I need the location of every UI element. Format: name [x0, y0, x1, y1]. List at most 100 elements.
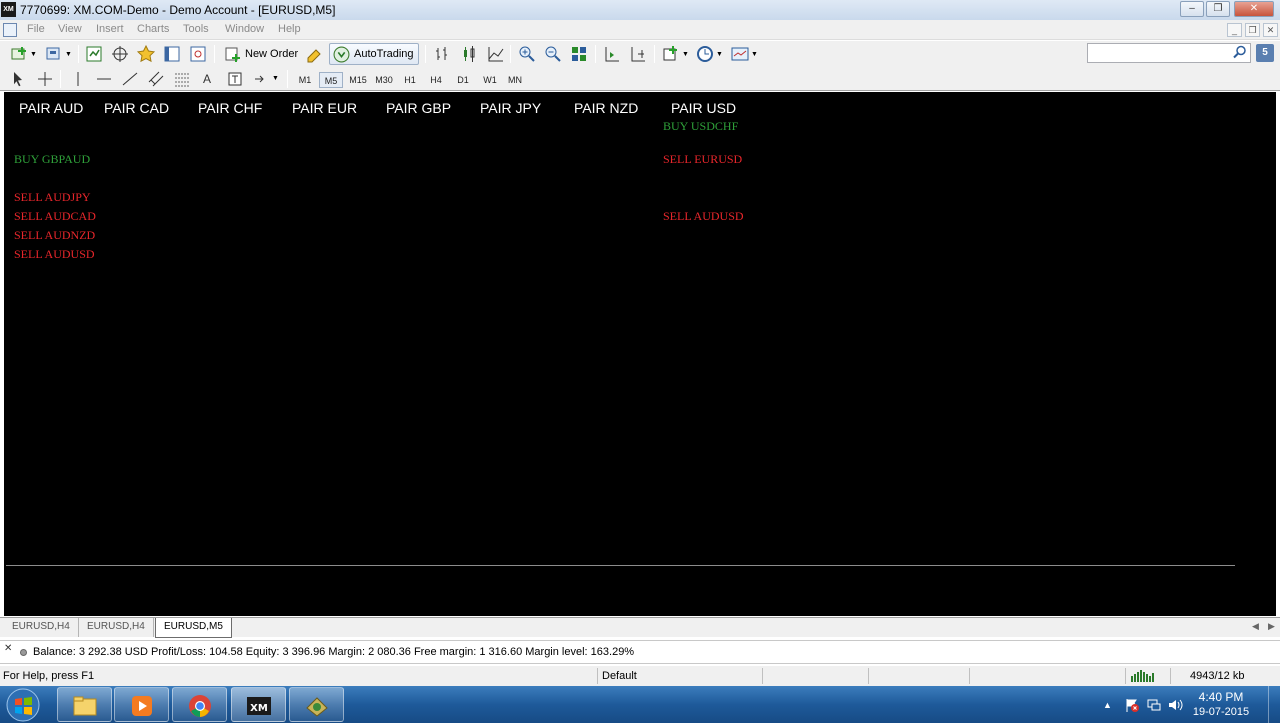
dropdown-arrow-icon[interactable]: ▼	[30, 51, 37, 58]
chart-window-icon[interactable]	[3, 23, 17, 37]
mdi-minimize-button[interactable]: _	[1227, 23, 1242, 37]
toolbar-separator	[654, 45, 655, 63]
autotrading-icon	[333, 46, 350, 63]
fibonacci-icon[interactable]	[172, 69, 192, 89]
timeframe-m15[interactable]: M15	[346, 72, 370, 88]
clock-date[interactable]: 19-07-2015	[1186, 706, 1256, 718]
mdi-close-button[interactable]: ✕	[1263, 23, 1278, 37]
candlesticks-icon[interactable]	[459, 44, 479, 64]
equidistant-channel-icon[interactable]	[146, 69, 166, 89]
taskbar-app[interactable]	[289, 687, 344, 722]
zoom-out-icon[interactable]	[543, 44, 563, 64]
timeframe-m5[interactable]: M5	[319, 72, 343, 88]
horizontal-line-icon[interactable]	[94, 69, 114, 89]
bar-chart-icon[interactable]	[432, 44, 452, 64]
taskbar: XM	[0, 686, 1280, 723]
toolbar-separator	[287, 70, 288, 88]
cursor-icon[interactable]	[8, 69, 28, 89]
terminal-close-icon[interactable]: ✕	[4, 643, 12, 654]
status-traffic: 4943/12 kb	[1190, 670, 1245, 682]
market-watch-icon[interactable]	[84, 44, 104, 64]
pair-header-usd: PAIR USD	[671, 100, 737, 116]
tab-scroll-right-icon[interactable]: ▶	[1268, 621, 1275, 632]
strategy-tester-icon[interactable]	[188, 44, 208, 64]
data-window-icon[interactable]	[110, 44, 130, 64]
mdi-restore-button[interactable]: ❐	[1245, 23, 1260, 37]
taskbar-xm-terminal[interactable]: XM	[231, 687, 286, 722]
search-icon[interactable]	[1233, 45, 1247, 59]
chat-icon[interactable]: 5	[1256, 44, 1274, 62]
chart-tab-eurusd-m5[interactable]: EURUSD,M5	[155, 618, 232, 638]
chrome-icon	[189, 695, 211, 717]
tile-windows-icon[interactable]	[569, 44, 589, 64]
search-input[interactable]	[1087, 43, 1251, 63]
pair-header-nzd: PAIR NZD	[574, 100, 639, 116]
new-order-button[interactable]: New Order	[222, 43, 300, 65]
toolbar-separator	[510, 45, 511, 63]
dropdown-arrow-icon[interactable]: ▼	[682, 51, 689, 58]
start-button[interactable]	[3, 687, 43, 723]
periods-clock-icon[interactable]	[695, 44, 715, 64]
minimize-button[interactable]: –	[1180, 1, 1204, 17]
timeframe-m30[interactable]: M30	[372, 72, 396, 88]
arrows-icon[interactable]	[251, 69, 271, 89]
timeframe-mn[interactable]: MN	[503, 72, 527, 88]
text-label-icon[interactable]	[225, 69, 245, 89]
profiles-icon[interactable]	[44, 44, 64, 64]
timeframe-h4[interactable]: H4	[424, 72, 448, 88]
new-chart-icon[interactable]	[9, 44, 29, 64]
app-icon	[306, 697, 328, 717]
volume-icon[interactable]	[1167, 697, 1183, 713]
menu-help[interactable]: Help	[278, 23, 301, 35]
navigator-icon[interactable]	[136, 44, 156, 64]
indicators-icon[interactable]	[661, 44, 681, 64]
chart-shift-icon[interactable]	[602, 44, 622, 64]
dropdown-arrow-icon[interactable]: ▼	[751, 51, 758, 58]
connection-bars-icon	[1130, 670, 1156, 682]
terminal-icon[interactable]	[162, 44, 182, 64]
chart-window[interactable]: PAIR AUD PAIR CAD PAIR CHF PAIR EUR PAIR…	[4, 92, 1276, 616]
dropdown-arrow-icon[interactable]: ▼	[716, 51, 723, 58]
menu-insert[interactable]: Insert	[96, 23, 124, 35]
show-desktop-button[interactable]	[1268, 686, 1280, 723]
status-separator	[969, 668, 970, 684]
clock-time[interactable]: 4:40 PM	[1186, 690, 1256, 704]
zoom-in-icon[interactable]	[517, 44, 537, 64]
new-order-icon	[225, 47, 240, 62]
autotrading-button[interactable]: AutoTrading	[329, 43, 419, 65]
crosshair-icon[interactable]	[35, 69, 55, 89]
menu-window[interactable]: Window	[225, 23, 264, 35]
svg-text:XM: XM	[250, 703, 268, 714]
chart-price-line	[6, 565, 1235, 566]
timeframe-m1[interactable]: M1	[293, 72, 317, 88]
taskbar-media-player[interactable]	[114, 687, 169, 722]
timeframe-w1[interactable]: W1	[478, 72, 502, 88]
timeframe-d1[interactable]: D1	[451, 72, 475, 88]
dropdown-arrow-icon[interactable]: ▼	[272, 75, 279, 82]
close-button[interactable]: ✕	[1234, 1, 1274, 17]
templates-icon[interactable]	[730, 44, 750, 64]
network-icon[interactable]	[1146, 697, 1162, 713]
metaeditor-icon[interactable]	[304, 44, 324, 64]
text-tool-icon[interactable]: A	[203, 72, 211, 86]
tray-expand-icon[interactable]: ▲	[1103, 700, 1112, 710]
taskbar-explorer[interactable]	[57, 687, 112, 722]
line-chart-icon[interactable]	[486, 44, 506, 64]
toolbar-separator	[425, 45, 426, 63]
pair-header-chf: PAIR CHF	[198, 100, 263, 116]
tab-scroll-left-icon[interactable]: ◀	[1252, 621, 1259, 632]
restore-button[interactable]: ❐	[1206, 1, 1230, 17]
menu-tools[interactable]: Tools	[183, 23, 209, 35]
action-center-flag-icon[interactable]	[1124, 697, 1140, 713]
menu-view[interactable]: View	[58, 23, 82, 35]
timeframe-h1[interactable]: H1	[398, 72, 422, 88]
menu-file[interactable]: File	[27, 23, 45, 35]
dropdown-arrow-icon[interactable]: ▼	[65, 51, 72, 58]
vertical-line-icon[interactable]	[68, 69, 88, 89]
chart-tab-eurusd-h4[interactable]: EURUSD,H4	[4, 618, 79, 637]
menu-charts[interactable]: Charts	[137, 23, 169, 35]
taskbar-chrome[interactable]	[172, 687, 227, 722]
chart-tab-eurusd-h4-2[interactable]: EURUSD,H4	[79, 618, 154, 637]
trendline-icon[interactable]	[120, 69, 140, 89]
auto-scroll-icon[interactable]	[628, 44, 648, 64]
